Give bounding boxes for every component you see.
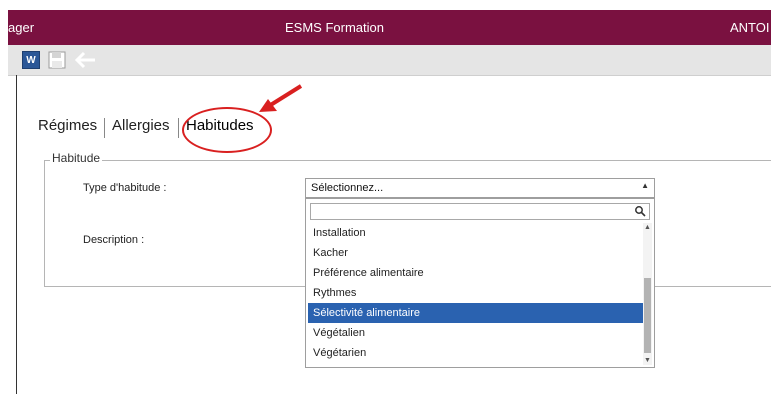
user-name[interactable]: ANTOI: [730, 20, 770, 35]
option-selectivite-alimentaire[interactable]: Sélectivité alimentaire: [308, 303, 643, 323]
tab-divider: [104, 118, 105, 138]
description-label: Description :: [83, 234, 145, 246]
dropdown-scrollbar[interactable]: ▲ ▼: [643, 223, 652, 365]
tab-divider: [178, 118, 179, 138]
word-export-icon[interactable]: W: [22, 51, 40, 69]
annotation-circle: [182, 107, 272, 153]
save-icon[interactable]: [48, 51, 66, 69]
scroll-up-icon[interactable]: ▲: [644, 224, 651, 231]
search-icon: [635, 206, 646, 217]
title-bar: ager ESMS Formation ANTOI: [8, 10, 771, 45]
option-label: Rythmes: [313, 287, 357, 299]
option-kacher[interactable]: Kacher: [308, 243, 643, 263]
option-vegetalien[interactable]: Végétalien: [308, 323, 643, 343]
dropdown-search-input[interactable]: [310, 203, 650, 220]
annotation-arrow-icon: [259, 84, 303, 112]
scroll-thumb[interactable]: [644, 278, 651, 353]
type-habitude-label: Type d'habitude :: [83, 182, 167, 194]
option-vegetarien[interactable]: Végétarien: [308, 343, 643, 363]
app-title: ESMS Formation: [285, 20, 384, 35]
fieldset-legend: Habitude: [50, 151, 103, 165]
back-arrow-icon[interactable]: [74, 51, 95, 69]
option-rythmes[interactable]: Rythmes: [308, 283, 643, 303]
toolbar: W: [8, 45, 771, 76]
option-label: Installation: [313, 227, 366, 239]
app-window: ager ESMS Formation ANTOI W Régimes Alle…: [8, 0, 771, 394]
scroll-down-icon[interactable]: ▼: [644, 357, 651, 364]
option-preference-alimentaire[interactable]: Préférence alimentaire: [308, 263, 643, 283]
option-installation[interactable]: Installation: [308, 223, 643, 243]
option-label: Végétarien: [313, 347, 367, 359]
option-label: Kacher: [313, 247, 348, 259]
option-label: Sélectivité alimentaire: [313, 307, 420, 319]
select-dropdown: Installation Kacher Préférence alimentai…: [305, 198, 655, 368]
option-label: Végétalien: [313, 327, 365, 339]
tab-regimes[interactable]: Régimes: [38, 117, 97, 134]
left-border: [16, 75, 17, 394]
caret-up-icon: ▲: [641, 181, 649, 190]
app-name-fragment: ager: [8, 20, 35, 35]
tab-allergies[interactable]: Allergies: [112, 117, 170, 134]
type-habitude-select[interactable]: Sélectionnez... ▲: [305, 178, 655, 198]
option-label: Préférence alimentaire: [313, 267, 424, 279]
select-value: Sélectionnez...: [311, 182, 384, 194]
